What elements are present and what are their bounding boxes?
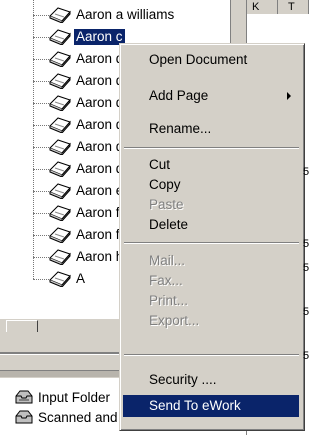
tree-item-label: Aaron d bbox=[76, 117, 124, 132]
tree-connector-line bbox=[33, 125, 34, 147]
document-book-icon bbox=[49, 95, 71, 112]
menu-item-label: Mail... bbox=[149, 253, 186, 268]
document-book-icon bbox=[49, 139, 71, 156]
menu-item-export[interactable]: Export... bbox=[123, 310, 299, 332]
menu-item-cut[interactable]: Cut bbox=[123, 154, 299, 176]
menu-item-label: Copy bbox=[149, 177, 181, 192]
menu-item-copy[interactable]: Copy bbox=[123, 174, 299, 196]
grid-cell-value: 5 bbox=[303, 262, 310, 274]
document-book-icon bbox=[49, 249, 71, 266]
menu-item-paste[interactable]: Paste bbox=[123, 194, 299, 216]
tree-item-label: Aaron f bbox=[76, 205, 120, 220]
menu-separator bbox=[124, 354, 299, 356]
document-book-icon bbox=[49, 161, 71, 178]
tree-connector-line bbox=[33, 0, 34, 15]
menu-item-mail[interactable]: Mail... bbox=[123, 250, 299, 272]
menu-item-label: Security .... bbox=[149, 372, 217, 387]
menu-item-security[interactable]: Security .... bbox=[123, 369, 299, 391]
tree-connector-line bbox=[33, 257, 34, 279]
tree-connector-line bbox=[33, 191, 34, 213]
tree-item-label: Aaron d bbox=[76, 139, 124, 154]
menu-item-fax[interactable]: Fax... bbox=[123, 270, 299, 292]
tree-connector-line bbox=[33, 81, 34, 103]
context-menu: Open Document Add Page Rename... Cut Cop… bbox=[119, 43, 305, 431]
document-book-icon bbox=[49, 29, 71, 46]
document-book-icon bbox=[49, 73, 71, 90]
document-book-icon bbox=[49, 183, 71, 200]
tree-item-label: Aaron d bbox=[76, 161, 124, 176]
menu-item-label: Send To eWork bbox=[149, 398, 241, 413]
grid-cell-value: 5 bbox=[303, 166, 310, 178]
tree-connector-line bbox=[33, 235, 34, 257]
tree-item-label: A bbox=[76, 271, 86, 286]
tree-connector-line bbox=[33, 59, 34, 81]
tree-item-label: Aaron c bbox=[73, 28, 126, 46]
tree-connector-line bbox=[33, 37, 34, 59]
folder-item-label: Input Folder bbox=[38, 390, 111, 405]
tree-item-label: Aaron f bbox=[76, 227, 120, 242]
menu-separator bbox=[124, 147, 299, 149]
document-book-icon bbox=[49, 7, 71, 24]
tree-connector-line bbox=[33, 103, 34, 125]
column-header-t: T bbox=[288, 1, 295, 13]
document-book-icon bbox=[49, 51, 71, 68]
column-header-k: K bbox=[252, 1, 260, 13]
menu-separator bbox=[124, 242, 299, 244]
menu-item-label: Delete bbox=[149, 217, 189, 232]
menu-item-delete[interactable]: Delete bbox=[123, 214, 299, 236]
menu-item-send-to-ework[interactable]: Send To eWork bbox=[123, 395, 299, 417]
tree-connector-line bbox=[33, 15, 34, 37]
tree-item-label: Aaron a williams bbox=[76, 7, 175, 22]
tree-connector-line bbox=[33, 169, 34, 191]
tree-item-label: Aaron h bbox=[76, 249, 124, 264]
grid-cell-value: 5 bbox=[303, 350, 310, 362]
menu-item-label: Open Document bbox=[149, 52, 248, 67]
tree-connector-line bbox=[33, 213, 34, 235]
tree-item[interactable]: Aaron a williams bbox=[0, 0, 230, 26]
menu-item-print[interactable]: Print... bbox=[123, 290, 299, 312]
document-book-icon bbox=[49, 271, 71, 288]
folder-tray-icon bbox=[14, 410, 34, 424]
menu-item-rename[interactable]: Rename... bbox=[123, 118, 299, 140]
submenu-arrow-icon bbox=[287, 92, 291, 100]
menu-item-label: Add Page bbox=[149, 88, 209, 103]
document-book-icon bbox=[49, 227, 71, 244]
tree-item-label: Aaron d bbox=[76, 51, 124, 66]
grid-cell-value: 5 bbox=[303, 238, 310, 250]
inbox-tray-icon bbox=[14, 390, 34, 404]
tree-connector-line bbox=[33, 147, 34, 169]
document-book-icon bbox=[49, 205, 71, 222]
tree-item-label: Aaron d bbox=[76, 73, 124, 88]
menu-item-open-document[interactable]: Open Document bbox=[123, 49, 299, 71]
menu-item-label: Paste bbox=[149, 197, 184, 212]
menu-item-label: Rename... bbox=[149, 121, 212, 136]
grid-cell-value: 5 bbox=[303, 306, 310, 318]
menu-item-label: Export... bbox=[149, 313, 200, 328]
tree-item-label: Aaron d bbox=[76, 95, 124, 110]
menu-item-add-page[interactable]: Add Page bbox=[123, 85, 299, 107]
document-book-icon bbox=[49, 117, 71, 134]
menu-item-label: Print... bbox=[149, 293, 189, 308]
menu-item-label: Fax... bbox=[149, 273, 183, 288]
menu-item-label: Cut bbox=[149, 157, 171, 172]
tree-item-label: Aaron e bbox=[76, 183, 124, 198]
